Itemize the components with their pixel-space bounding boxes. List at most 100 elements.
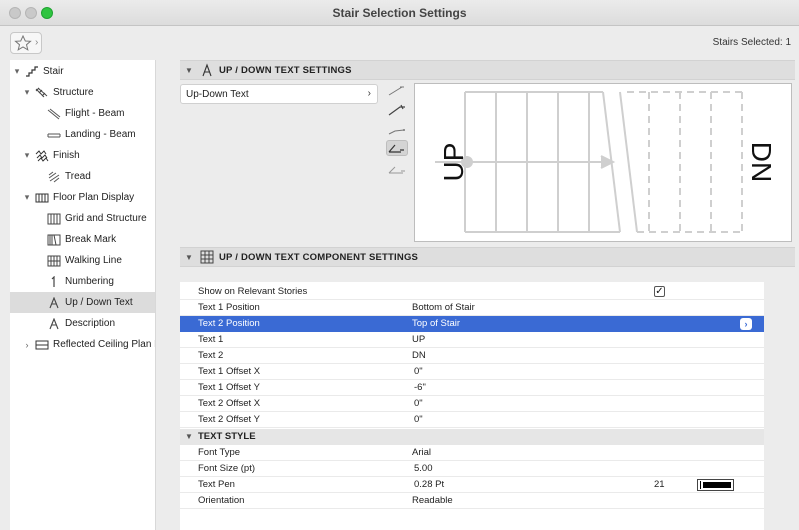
prop-value[interactable]: UP [412, 334, 425, 345]
flight-beam-icon [47, 108, 61, 119]
tree-item-grid-and-structure[interactable]: Grid and Structure [10, 208, 155, 229]
tread-icon [48, 171, 60, 182]
tree-item-label: Finish [53, 150, 80, 161]
prop-value[interactable]: Readable [412, 495, 453, 506]
prop-row-show-on-relevant-stories[interactable]: Show on Relevant Stories ✓ [180, 284, 764, 300]
tree-item-label: Tread [65, 171, 91, 182]
disclosure-triangle[interactable]: › [22, 340, 32, 350]
break-mark-icon [47, 234, 61, 245]
prop-row-text-1-offset-y[interactable]: Text 1 Offset Y -6" [180, 380, 764, 396]
collapse-triangle-icon[interactable]: ▼ [185, 253, 193, 262]
tree-item-label: Reflected Ceiling Plan Display [53, 339, 155, 350]
section-header-component-settings[interactable]: ▼ UP / DOWN TEXT COMPONENT SETTINGS [180, 247, 795, 267]
numbering-icon [51, 275, 55, 287]
tree-item-break-mark[interactable]: Break Mark [10, 229, 155, 250]
text-angle-icon [388, 86, 404, 96]
tree-item-landing-beam[interactable]: Landing - Beam [10, 124, 155, 145]
favorites-button[interactable]: › [10, 32, 42, 54]
prop-row-text-2-offset-x[interactable]: Text 2 Offset X 0" [180, 396, 764, 412]
prop-row-text-1[interactable]: Text 1 UP [180, 332, 764, 348]
text-angle-icon [388, 144, 404, 153]
component-settings-icon [200, 250, 214, 264]
prop-row-font-size[interactable]: Font Size (pt) 5.00 [180, 461, 764, 477]
prop-name: Font Size (pt) [198, 463, 256, 474]
finish-icon [35, 149, 49, 162]
grid-icon [47, 213, 61, 224]
text-orientation-option-4[interactable] [386, 140, 408, 156]
group-title: TEXT STYLE [198, 431, 256, 442]
prop-value[interactable]: Top of Stair [412, 318, 460, 329]
prop-value[interactable]: 0" [414, 366, 423, 377]
tree-item-reflected-ceiling-plan-display[interactable]: › Reflected Ceiling Plan Display [10, 334, 156, 355]
chevron-right-icon: › [367, 88, 371, 99]
tree-item-description[interactable]: Description [10, 313, 155, 334]
tree-item-label: Numbering [65, 276, 114, 287]
prop-value[interactable]: 0.28 Pt [414, 479, 444, 490]
tree-item-label: Walking Line [65, 255, 122, 266]
prop-name: Show on Relevant Stories [198, 286, 308, 297]
show-on-relevant-stories-checkbox[interactable]: ✓ [654, 286, 665, 297]
prop-name: Text 1 Position [198, 302, 260, 313]
tree-item-finish[interactable]: ▾ Finish [10, 145, 155, 166]
up-down-text-dropdown[interactable]: Up-Down Text › [180, 84, 378, 104]
prop-value[interactable]: Bottom of Stair [412, 302, 475, 313]
text-style-group-header[interactable]: ▼ TEXT STYLE [180, 429, 764, 445]
disclosure-triangle[interactable]: ▾ [12, 66, 22, 77]
prop-value[interactable]: DN [412, 350, 426, 361]
pen-swatch[interactable] [697, 479, 734, 491]
property-table: Show on Relevant Stories ✓ Text 1 Positi… [180, 282, 764, 530]
tree-item-stair[interactable]: ▾ Stair [10, 61, 155, 82]
text-a-icon [49, 317, 59, 329]
prop-row-text-2-offset-y[interactable]: Text 2 Offset Y 0" [180, 412, 764, 428]
stair-preview: UP DN [414, 83, 792, 242]
tree-item-label: Up / Down Text [65, 297, 133, 308]
prop-name: Text 1 Offset X [198, 366, 261, 377]
prop-row-text-pen[interactable]: Text Pen 0.28 Pt 21 [180, 477, 764, 493]
prop-value[interactable]: 5.00 [414, 463, 433, 474]
prop-value[interactable]: 0" [414, 398, 423, 409]
chevron-right-icon: › [35, 37, 39, 48]
collapse-triangle-icon[interactable]: ▼ [185, 432, 193, 441]
prop-value[interactable]: 0" [414, 414, 423, 425]
title-bar: Stair Selection Settings [0, 0, 799, 26]
text-orientation-option-5[interactable] [386, 161, 408, 177]
section-title: UP / DOWN TEXT SETTINGS [219, 64, 352, 76]
prop-name: Text Pen [198, 479, 235, 490]
prop-row-text-2-position[interactable]: Text 2 Position Top of Stair › [180, 316, 764, 332]
prop-name: Text 1 Offset Y [198, 382, 260, 393]
section-header-up-down-text-settings[interactable]: ▼ UP / DOWN TEXT SETTINGS [180, 60, 795, 80]
tree-item-floor-plan-display[interactable]: ▾ Floor Plan Display [10, 187, 155, 208]
disclosure-triangle[interactable]: ▾ [22, 150, 32, 161]
prop-row-text-2[interactable]: Text 2 DN [180, 348, 764, 364]
landing-beam-icon [47, 133, 61, 137]
settings-tree: ▾ Stair ▾ Structure Flight - Beam Landin… [10, 60, 156, 530]
disclosure-triangle[interactable]: ▾ [22, 87, 32, 98]
prop-value[interactable]: -6" [414, 382, 426, 393]
text-a-icon [49, 296, 59, 308]
text-orientation-option-1[interactable] [386, 83, 408, 99]
prop-row-text-1-offset-x[interactable]: Text 1 Offset X 0" [180, 364, 764, 380]
tree-item-structure[interactable]: ▾ Structure [10, 82, 155, 103]
text-angle-icon [388, 129, 405, 135]
prop-row-font-type[interactable]: Font Type Arial [180, 445, 764, 461]
prop-row-text-1-position[interactable]: Text 1 Position Bottom of Stair [180, 300, 764, 316]
ceiling-plan-icon [35, 340, 49, 349]
tree-item-numbering[interactable]: Numbering [10, 271, 155, 292]
tree-item-label: Structure [53, 87, 94, 98]
text-orientation-option-2[interactable] [386, 103, 408, 119]
text-orientation-option-3[interactable] [386, 123, 408, 139]
disclosure-triangle[interactable]: ▾ [22, 192, 32, 203]
section-title: UP / DOWN TEXT COMPONENT SETTINGS [219, 251, 419, 263]
collapse-triangle-icon[interactable]: ▼ [185, 66, 193, 75]
tree-item-walking-line[interactable]: Walking Line [10, 250, 155, 271]
prop-value[interactable]: Arial [412, 447, 431, 458]
tree-item-up-down-text[interactable]: Up / Down Text [10, 292, 155, 313]
stairs-selected-count: Stairs Selected: 1 [712, 37, 791, 48]
prop-name: Text 2 Position [198, 318, 260, 329]
chevron-right-icon[interactable]: › [740, 318, 752, 330]
tree-item-tread[interactable]: Tread [10, 166, 155, 187]
tree-item-flight-beam[interactable]: Flight - Beam [10, 103, 155, 124]
prop-row-orientation[interactable]: Orientation Readable [180, 493, 764, 509]
tree-item-label: Stair [43, 66, 64, 77]
prop-name: Orientation [198, 495, 245, 506]
